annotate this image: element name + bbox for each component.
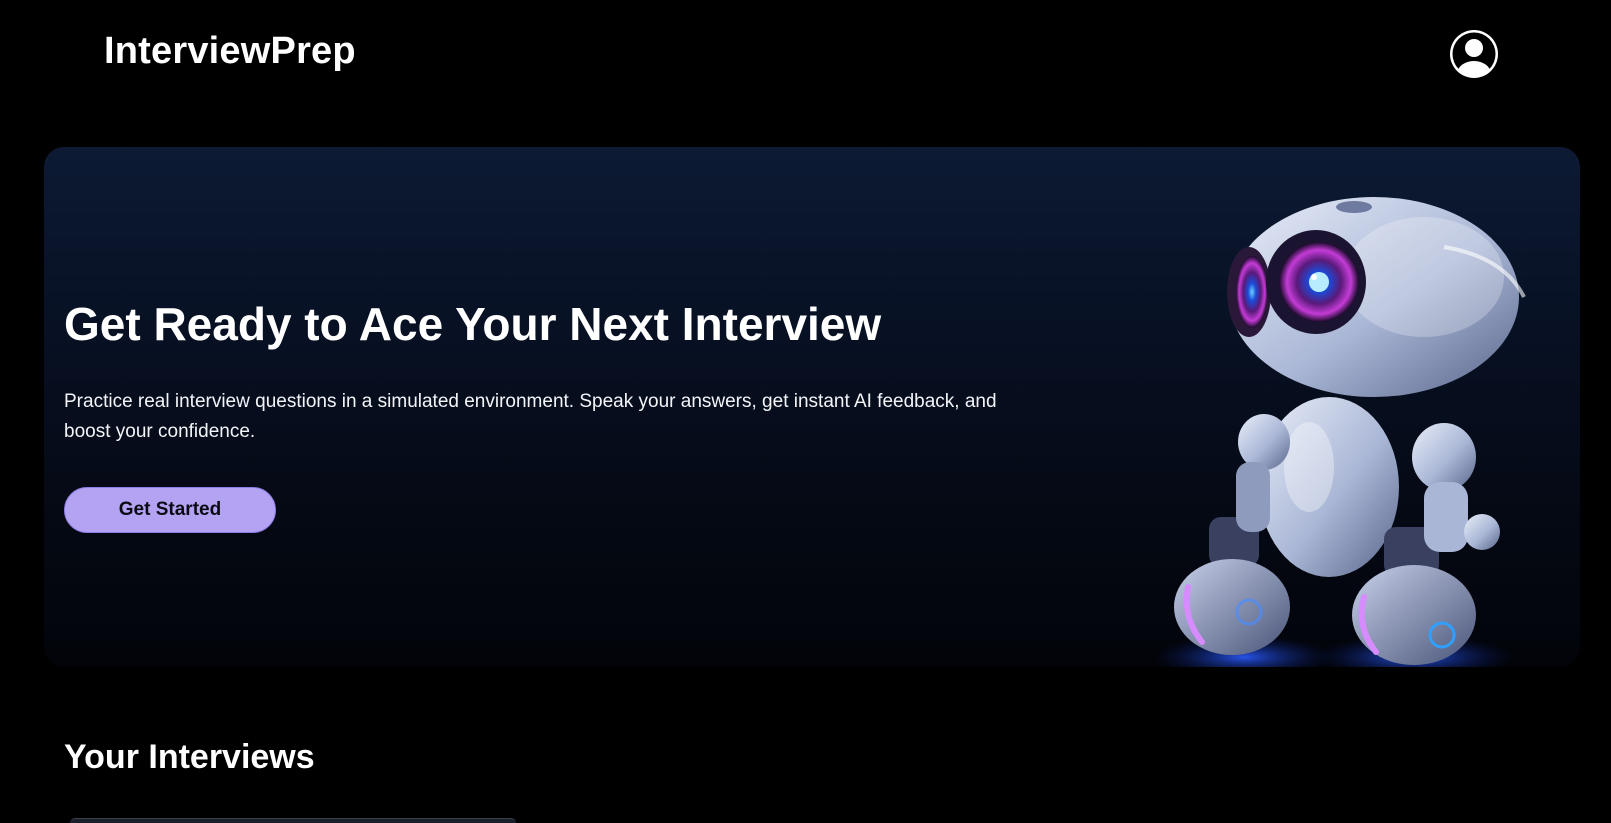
- hero-title: Get Ready to Ace Your Next Interview: [64, 298, 882, 350]
- your-interviews-heading: Your Interviews: [64, 738, 315, 776]
- top-bar: InterviewPrep: [0, 0, 1611, 110]
- get-started-button[interactable]: Get Started: [64, 487, 276, 533]
- profile-button[interactable]: [1448, 28, 1500, 80]
- brand-logo[interactable]: InterviewPrep: [104, 30, 356, 73]
- user-circle-icon: [1450, 30, 1498, 78]
- robot-illustration: [1154, 197, 1526, 667]
- hero-banner: Get Ready to Ace Your Next Interview Pra…: [44, 147, 1580, 667]
- hero-subtitle: Practice real interview questions in a s…: [64, 391, 997, 442]
